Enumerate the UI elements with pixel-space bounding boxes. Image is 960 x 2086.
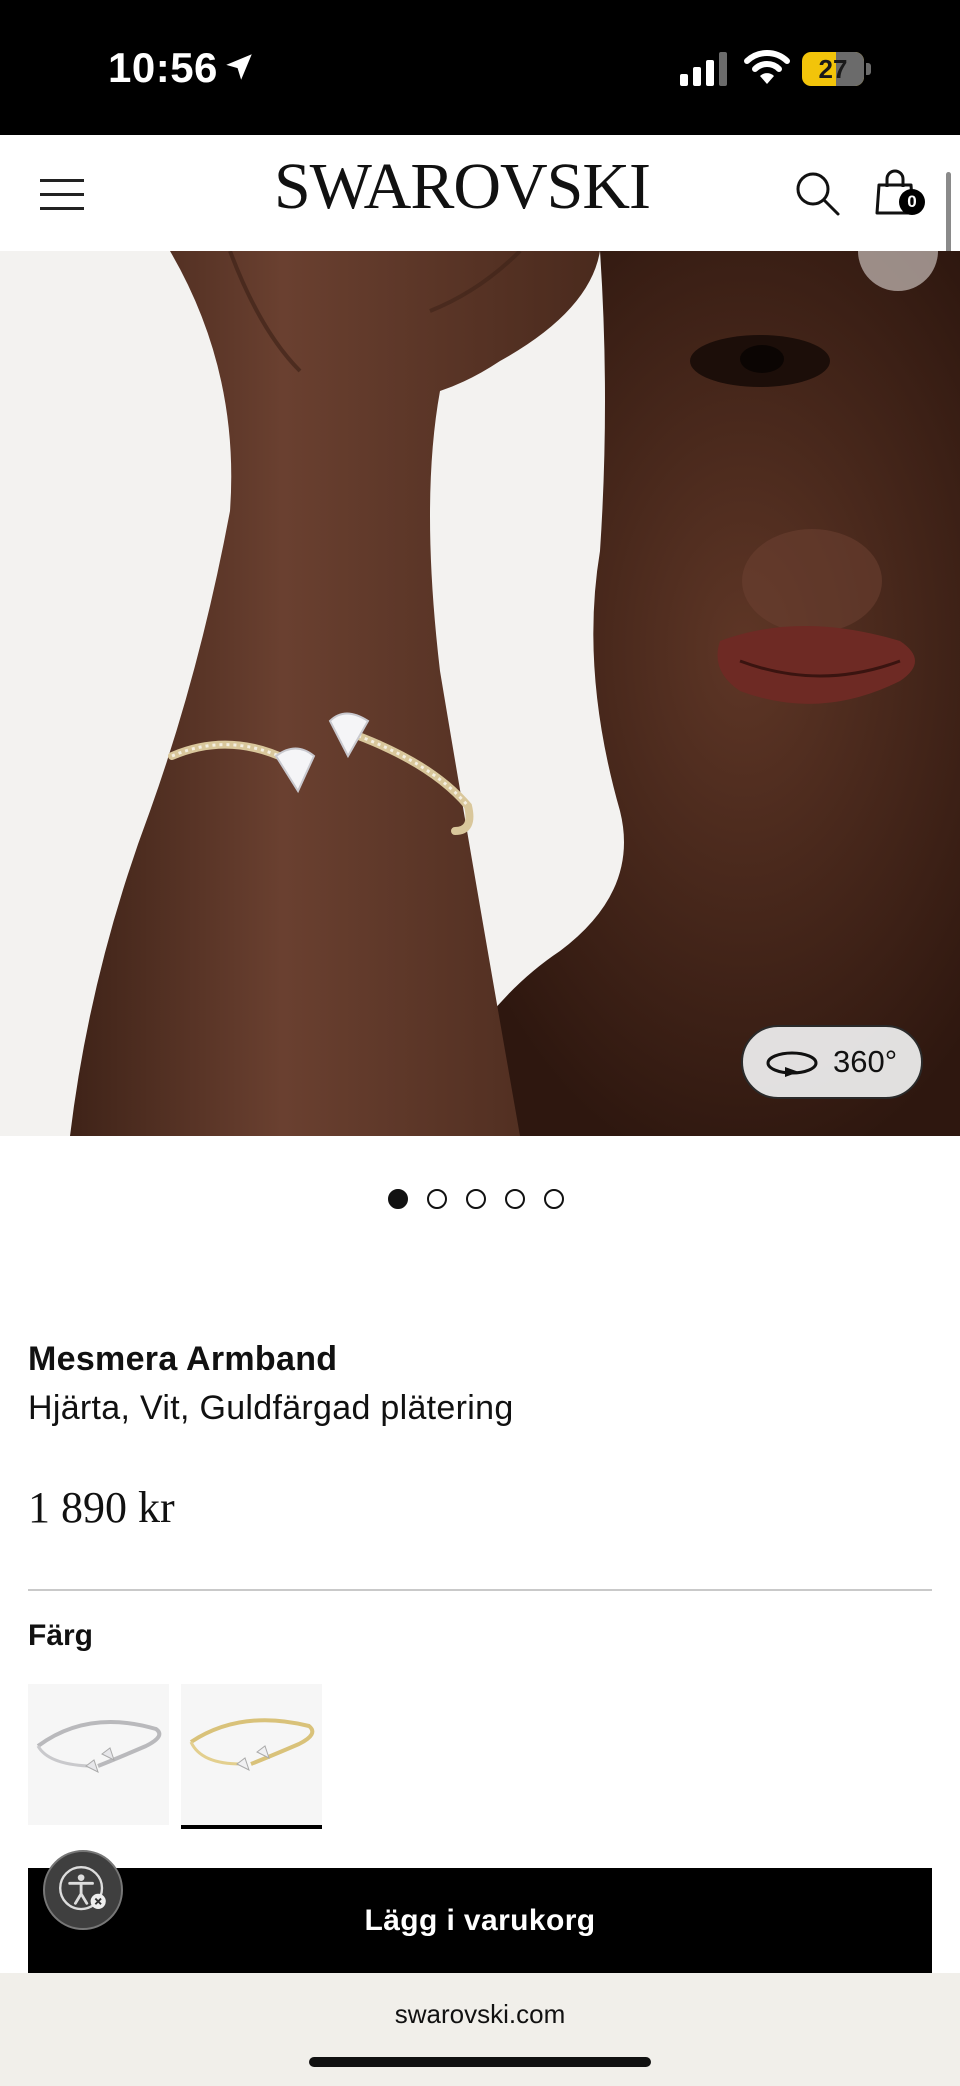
product-description: Hjärta, Vit, Guldfärgad plätering	[28, 1389, 514, 1427]
location-arrow-icon	[226, 54, 252, 80]
status-bar: 10:56 27	[0, 0, 960, 135]
accessibility-icon	[59, 1866, 106, 1911]
cart-count-badge: 0	[899, 189, 925, 215]
color-swatch-silver[interactable]	[28, 1684, 169, 1825]
cellular-signal-icon	[680, 52, 727, 86]
battery-body: 27	[802, 52, 864, 86]
product-price: 1 890 kr	[28, 1483, 175, 1532]
gold-bracelet-thumbnail	[189, 1718, 315, 1771]
browser-url-bar[interactable]: swarovski.com	[0, 1973, 960, 2086]
home-indicator[interactable]	[309, 2057, 651, 2067]
gallery-dot-2[interactable]	[427, 1189, 447, 1209]
view-360-button[interactable]: 360°	[741, 1025, 923, 1099]
shopping-bag-button[interactable]: 0	[875, 169, 931, 225]
view-360-label: 360°	[833, 1044, 898, 1079]
site-header: SWAROVSKI 0	[0, 135, 960, 251]
color-swatch-gold[interactable]	[181, 1684, 322, 1829]
product-name: Mesmera Armband	[28, 1340, 338, 1378]
product-image[interactable]: 360°	[0, 251, 960, 1136]
silver-bracelet-thumbnail	[36, 1720, 162, 1773]
gallery-dot-5[interactable]	[544, 1189, 564, 1209]
product-photo	[0, 251, 960, 1136]
status-time: 10:56	[108, 44, 218, 91]
battery-level: 27	[818, 54, 848, 84]
divider	[28, 1589, 932, 1591]
accessibility-button[interactable]	[43, 1850, 123, 1930]
battery-indicator: 27	[802, 52, 872, 86]
gallery-dot-3[interactable]	[466, 1189, 486, 1209]
url-text[interactable]: swarovski.com	[0, 1999, 960, 2030]
search-icon[interactable]	[795, 171, 841, 217]
swarovski-logo[interactable]: SWAROVSKI	[0, 149, 924, 225]
gallery-pagination	[388, 1189, 574, 1213]
gallery-dot-4[interactable]	[505, 1189, 525, 1209]
gallery-dot-1[interactable]	[388, 1189, 408, 1209]
rotate-360-icon	[766, 1051, 818, 1077]
add-to-cart-button[interactable]: Lägg i varukorg	[28, 1868, 932, 1973]
color-label: Färg	[28, 1619, 94, 1652]
wifi-icon	[744, 50, 790, 84]
